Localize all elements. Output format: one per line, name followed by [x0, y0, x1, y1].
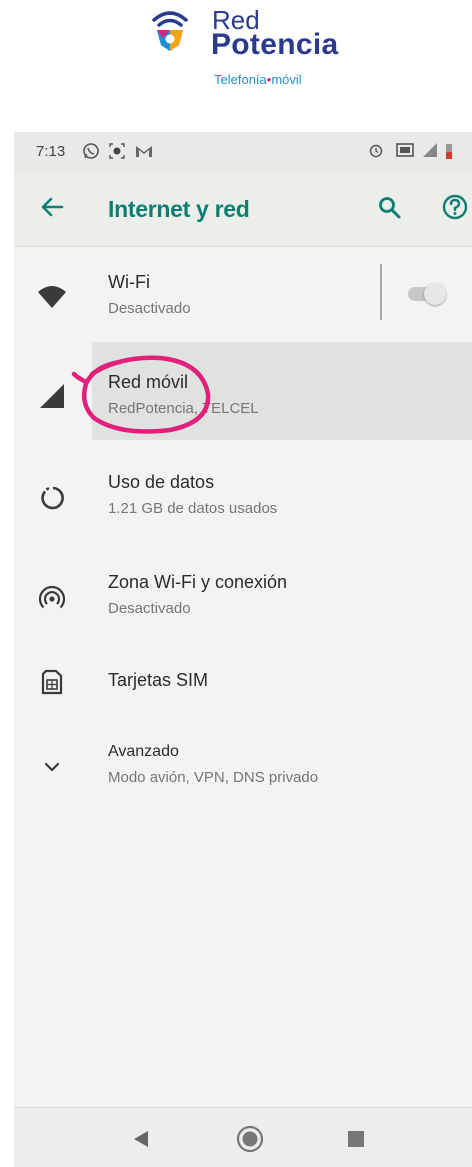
record-icon	[109, 143, 125, 159]
gmail-icon	[136, 146, 152, 157]
app-bar: Internet y red	[14, 172, 472, 247]
wifi-summary: Desactivado	[108, 300, 191, 317]
data-usage-icon	[41, 486, 64, 510]
list-item-sim-cards[interactable]: Tarjetas SIM	[14, 652, 472, 712]
hotspot-icon	[38, 585, 66, 609]
list-item-advanced[interactable]: Avanzado Modo avión, VPN, DNS privado	[14, 737, 472, 807]
data-usage-title: Uso de datos	[108, 472, 215, 492]
brand-logo: Red Potencia Telefonía•móvil	[0, 0, 472, 132]
nav-home-icon[interactable]	[234, 1123, 266, 1155]
advanced-summary: Modo avión, VPN, DNS privado	[108, 769, 319, 786]
battery-icon	[446, 144, 452, 159]
hotspot-title: Zona Wi-Fi y conexión	[108, 572, 288, 592]
status-bar: 7:13	[14, 132, 472, 172]
list-item-mobile-network[interactable]: Red móvil RedPotencia, TELCEL	[14, 360, 472, 440]
hotspot-summary: Desactivado	[108, 600, 191, 617]
logo-text-potencia: Potencia	[211, 28, 339, 61]
advanced-title: Avanzado	[108, 743, 179, 760]
back-arrow-icon[interactable]	[38, 193, 66, 221]
tagline-part1: Telefonía	[214, 72, 267, 87]
wifi-icon	[38, 286, 66, 308]
nav-back-icon[interactable]	[132, 1130, 150, 1148]
mobile-network-title: Red móvil	[108, 372, 189, 392]
search-icon[interactable]	[376, 194, 404, 222]
list-item-hotspot[interactable]: Zona Wi-Fi y conexión Desactivado	[14, 562, 472, 638]
wifi-title: Wi-Fi	[108, 272, 150, 292]
help-icon[interactable]	[440, 192, 470, 222]
nav-recents-icon[interactable]	[348, 1131, 364, 1147]
expand-icon	[44, 762, 60, 772]
list-item-wifi[interactable]: Wi-Fi Desactivado	[14, 262, 472, 338]
data-usage-summary: 1.21 GB de datos usados	[108, 500, 278, 517]
sim-cards-title: Tarjetas SIM	[108, 670, 209, 690]
cast-icon	[396, 143, 414, 157]
signal-icon	[423, 143, 437, 157]
tagline-part2: móvil	[271, 72, 302, 87]
wifi-toggle-knob[interactable]	[424, 283, 446, 305]
logo-tagline: Telefonía•móvil	[214, 72, 302, 88]
toggle-divider	[380, 264, 382, 320]
navigation-bar	[14, 1107, 472, 1167]
status-time: 7:13	[36, 143, 66, 160]
sim-card-icon	[41, 669, 63, 695]
mobile-network-summary: RedPotencia, TELCEL	[108, 400, 259, 417]
list-item-data-usage[interactable]: Uso de datos 1.21 GB de datos usados	[14, 462, 472, 538]
page-title: Internet y red	[108, 196, 250, 222]
phone-screen: 7:13 Internet y red Wi-Fi Desactivado Re…	[14, 132, 472, 1167]
alarm-icon	[369, 144, 383, 158]
whatsapp-icon	[83, 143, 99, 159]
cell-signal-icon	[40, 384, 64, 408]
red-potencia-logo-icon	[152, 11, 188, 51]
